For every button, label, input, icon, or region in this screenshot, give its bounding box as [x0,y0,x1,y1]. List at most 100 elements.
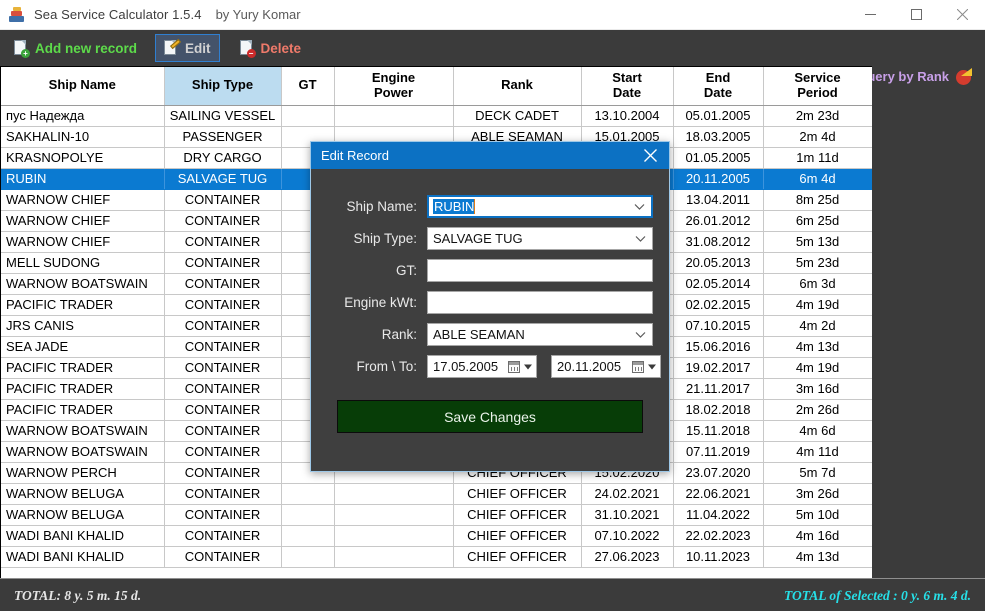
cell-ship[interactable]: SAKHALIN-10 [1,126,165,148]
cell-ship[interactable]: RUBIN [1,168,165,190]
cell-type[interactable]: CONTAINER [164,462,282,484]
cell-period[interactable]: 6m 4d [763,168,872,190]
gt-input[interactable] [427,259,653,282]
column-header-service-period[interactable]: Service Period [763,67,872,106]
engine-kwt-input[interactable] [427,291,653,314]
cell-engine[interactable] [334,546,454,568]
table-row[interactable]: WARNOW BELUGA CONTAINER CHIEF OFFICER 24.02… [1,483,872,505]
chevron-down-icon[interactable] [635,235,646,242]
cell-period[interactable]: 8m 25d [763,189,872,211]
cell-end[interactable]: 21.11.2017 [673,378,764,400]
cell-gt[interactable] [281,504,335,526]
cell-end[interactable]: 11.04.2022 [673,504,764,526]
cell-type[interactable]: CONTAINER [164,420,282,442]
cell-end[interactable]: 20.11.2005 [673,168,764,190]
cell-end[interactable]: 22.02.2023 [673,525,764,547]
table-row[interactable]: WADI BANI KHALID CONTAINER CHIEF OFFICER 07… [1,525,872,547]
cell-period[interactable]: 4m 11d [763,441,872,463]
column-header-rank[interactable]: Rank [453,67,582,106]
cell-ship[interactable]: WARNOW CHIEF [1,210,165,232]
cell-rank[interactable]: CHIEF OFFICER [453,483,582,505]
cell-gt[interactable] [281,483,335,505]
cell-engine[interactable] [334,105,454,127]
cell-gt[interactable] [281,525,335,547]
column-header-ship-name[interactable]: Ship Name [1,67,165,106]
cell-end[interactable]: 10.11.2023 [673,546,764,568]
ship-type-combobox[interactable]: SALVAGE TUG [427,227,653,250]
ship-name-combobox[interactable]: RUBIN [427,195,653,218]
cell-ship[interactable]: PACIFIC TRADER [1,357,165,379]
table-row[interactable]: пус Надежда SAILING VESSEL DECK CADET 13.10… [1,105,872,127]
delete-button[interactable]: − Delete [232,34,310,62]
cell-type[interactable]: CONTAINER [164,441,282,463]
cell-type[interactable]: CONTAINER [164,189,282,211]
cell-type[interactable]: CONTAINER [164,294,282,316]
cell-end[interactable]: 26.01.2012 [673,210,764,232]
cell-end[interactable]: 13.04.2011 [673,189,764,211]
cell-end[interactable]: 15.06.2016 [673,336,764,358]
save-changes-button[interactable]: Save Changes [337,400,643,433]
cell-period[interactable]: 4m 16d [763,525,872,547]
cell-engine[interactable] [334,525,454,547]
cell-end[interactable]: 07.11.2019 [673,441,764,463]
dropdown-arrow-icon[interactable] [524,364,532,369]
cell-gt[interactable] [281,546,335,568]
cell-start[interactable]: 24.02.2021 [581,483,674,505]
cell-end[interactable]: 15.11.2018 [673,420,764,442]
cell-type[interactable]: CONTAINER [164,252,282,274]
dialog-close-icon[interactable] [635,142,665,169]
cell-type[interactable]: CONTAINER [164,231,282,253]
cell-ship[interactable]: WADI BANI KHALID [1,546,165,568]
cell-type[interactable]: CONTAINER [164,357,282,379]
cell-start[interactable]: 31.10.2021 [581,504,674,526]
cell-start[interactable]: 07.10.2022 [581,525,674,547]
cell-engine[interactable] [334,483,454,505]
cell-end[interactable]: 23.07.2020 [673,462,764,484]
cell-type[interactable]: CONTAINER [164,210,282,232]
cell-period[interactable]: 4m 13d [763,336,872,358]
cell-period[interactable]: 4m 19d [763,357,872,379]
cell-ship[interactable]: WARNOW PERCH [1,462,165,484]
add-new-record-button[interactable]: + Add new record [6,34,145,62]
cell-end[interactable]: 02.02.2015 [673,294,764,316]
cell-type[interactable]: CONTAINER [164,336,282,358]
cell-end[interactable]: 19.02.2017 [673,357,764,379]
cell-period[interactable]: 5m 7d [763,462,872,484]
cell-start[interactable]: 27.06.2023 [581,546,674,568]
cell-end[interactable]: 20.05.2013 [673,252,764,274]
cell-start[interactable]: 13.10.2004 [581,105,674,127]
date-to-picker[interactable]: 20.11.2005 [551,355,661,378]
cell-period[interactable]: 1m 11d [763,147,872,169]
cell-ship[interactable]: WARNOW BOATSWAIN [1,420,165,442]
cell-engine[interactable] [334,504,454,526]
cell-ship[interactable]: SEA JADE [1,336,165,358]
column-header-gt[interactable]: GT [281,67,335,106]
table-row[interactable]: WADI BANI KHALID CONTAINER CHIEF OFFICER 27… [1,546,872,568]
cell-period[interactable]: 5m 23d [763,252,872,274]
cell-type[interactable]: CONTAINER [164,504,282,526]
cell-ship[interactable]: WARNOW BOATSWAIN [1,441,165,463]
cell-type[interactable]: DRY CARGO [164,147,282,169]
cell-ship[interactable]: WADI BANI KHALID [1,525,165,547]
column-header-ship-type[interactable]: Ship Type [164,67,282,106]
cell-type[interactable]: CONTAINER [164,315,282,337]
cell-type[interactable]: CONTAINER [164,483,282,505]
column-header-engine-power[interactable]: Engine Power [334,67,454,106]
minimize-button[interactable] [847,0,893,29]
cell-period[interactable]: 2m 23d [763,105,872,127]
cell-ship[interactable]: MELL SUDONG [1,252,165,274]
query-by-rank-button[interactable]: Query by Rank [857,68,973,85]
cell-end[interactable]: 01.05.2005 [673,147,764,169]
cell-ship[interactable]: WARNOW CHIEF [1,231,165,253]
cell-ship[interactable]: PACIFIC TRADER [1,294,165,316]
cell-type[interactable]: SALVAGE TUG [164,168,282,190]
cell-ship[interactable]: PACIFIC TRADER [1,378,165,400]
chevron-down-icon[interactable] [634,203,645,210]
rank-combobox[interactable]: ABLE SEAMAN [427,323,653,346]
edit-button[interactable]: Edit [155,34,220,62]
cell-end[interactable]: 07.10.2015 [673,315,764,337]
cell-type[interactable]: CONTAINER [164,546,282,568]
cell-type[interactable]: CONTAINER [164,525,282,547]
cell-ship[interactable]: WARNOW BELUGA [1,504,165,526]
table-row[interactable]: WARNOW BELUGA CONTAINER CHIEF OFFICER 31.10… [1,504,872,526]
